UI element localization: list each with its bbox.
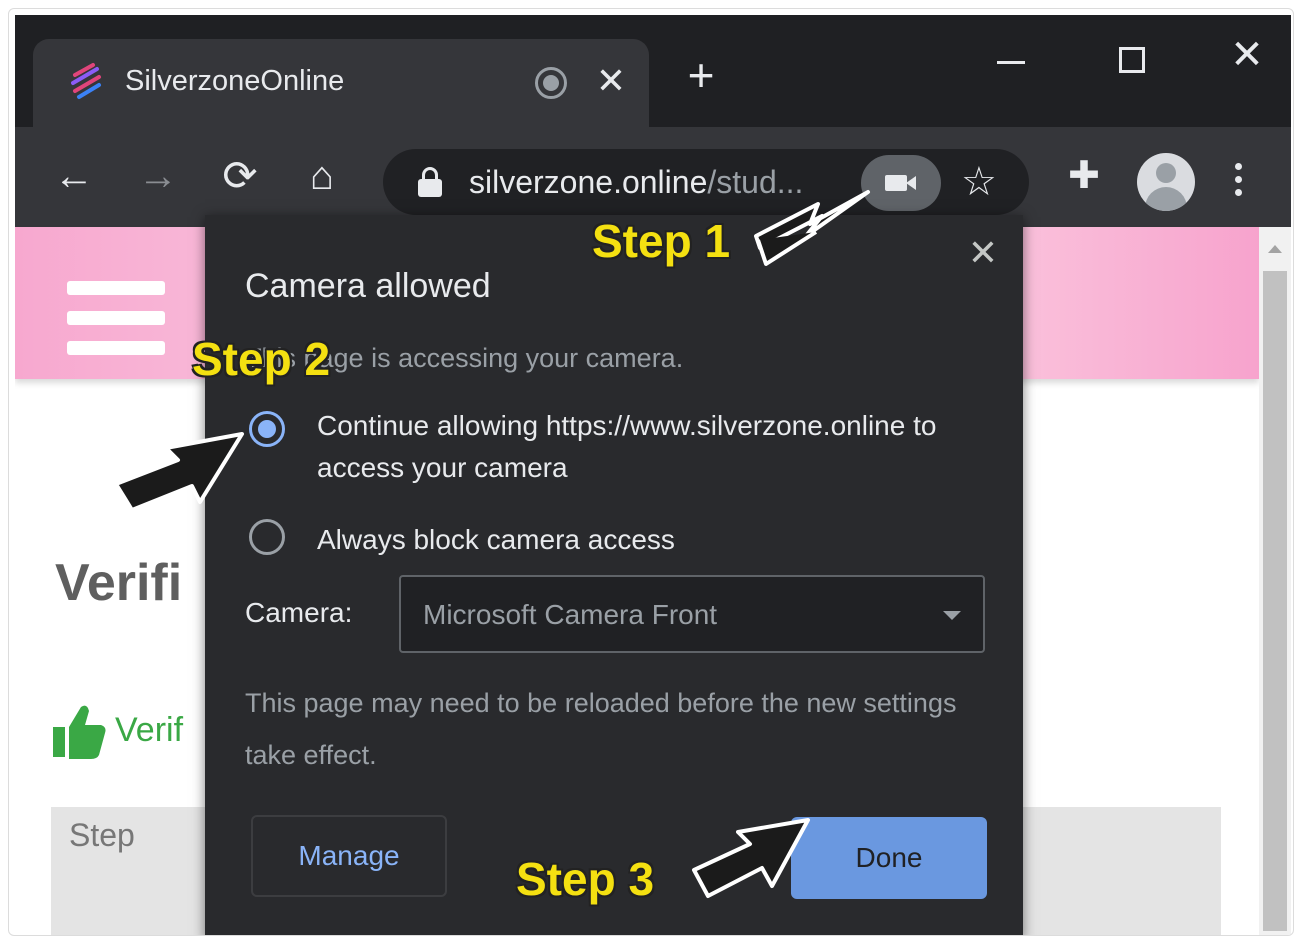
step-1-arrow-icon — [754, 190, 870, 266]
scroll-up-arrow-icon[interactable] — [1268, 245, 1282, 253]
reload-note: This page may need to be reloaded before… — [245, 688, 957, 770]
block-radio-button[interactable] — [249, 519, 285, 555]
step-1-annotation: Step 1 — [592, 215, 731, 267]
back-arrow-icon[interactable]: ← — [49, 151, 99, 201]
lock-icon[interactable] — [417, 167, 443, 197]
address-bar[interactable]: silverzone.online/stud... ☆ — [383, 149, 1029, 215]
camera-permission-popup: ✕ Camera allowed This page is accessing … — [205, 215, 1023, 935]
window-close-button[interactable]: ✕ — [1217, 33, 1277, 83]
maximize-button[interactable] — [1101, 33, 1161, 83]
page-heading: Verifi — [55, 554, 183, 612]
step-panel-label: Step — [69, 817, 135, 853]
browser-toolbar: ← → ⟳ ⌂ silverzone.online/stud... ☆ ✚ — [15, 127, 1291, 227]
step-2-annotation: Step 2 — [192, 333, 331, 385]
forward-arrow-icon[interactable]: → — [133, 151, 183, 201]
thumbs-up-icon — [53, 705, 106, 759]
new-tab-button[interactable]: + — [679, 52, 723, 99]
camera-select[interactable]: Microsoft Camera Front — [399, 575, 985, 653]
title-bar: SilverzoneOnline ✕ + ✕ — [15, 15, 1291, 127]
hamburger-menu-icon[interactable] — [67, 281, 165, 371]
bookmark-star-icon[interactable]: ☆ — [961, 155, 997, 209]
scroll-thumb[interactable] — [1263, 271, 1287, 931]
url-host: silverzone.online — [469, 164, 708, 200]
profile-avatar[interactable] — [1137, 153, 1195, 211]
allow-option-label[interactable]: Continue allowing https://www.silverzone… — [317, 405, 997, 489]
done-button[interactable]: Done — [791, 817, 987, 899]
camera-select-value: Microsoft Camera Front — [423, 599, 718, 630]
page-scrollbar[interactable] — [1259, 227, 1291, 935]
recording-indicator-icon — [535, 67, 567, 99]
reload-icon[interactable]: ⟳ — [215, 151, 265, 201]
minimize-button[interactable] — [981, 33, 1041, 83]
dropdown-caret-icon — [943, 611, 961, 620]
allow-radio-button[interactable] — [249, 411, 285, 447]
home-icon[interactable]: ⌂ — [297, 151, 347, 201]
menu-kebab-icon[interactable] — [1231, 163, 1245, 203]
popup-close-icon[interactable]: ✕ — [961, 231, 1005, 275]
browser-tab[interactable]: SilverzoneOnline ✕ — [33, 39, 649, 127]
step-3-arrow-icon — [692, 818, 810, 898]
tab-close-icon[interactable]: ✕ — [591, 59, 631, 103]
step-3-annotation: Step 3 — [516, 853, 655, 905]
block-option-label[interactable]: Always block camera access — [317, 519, 675, 561]
step-2-arrow-icon — [114, 432, 244, 512]
tab-title: SilverzoneOnline — [125, 65, 345, 97]
manage-button[interactable]: Manage — [251, 815, 447, 897]
camera-label: Camera: — [245, 597, 353, 628]
verified-status-text: Verif — [115, 711, 184, 749]
extensions-puzzle-icon[interactable]: ✚ — [1061, 151, 1107, 201]
popup-title: Camera allowed — [245, 267, 491, 305]
site-logo-icon — [71, 63, 101, 99]
